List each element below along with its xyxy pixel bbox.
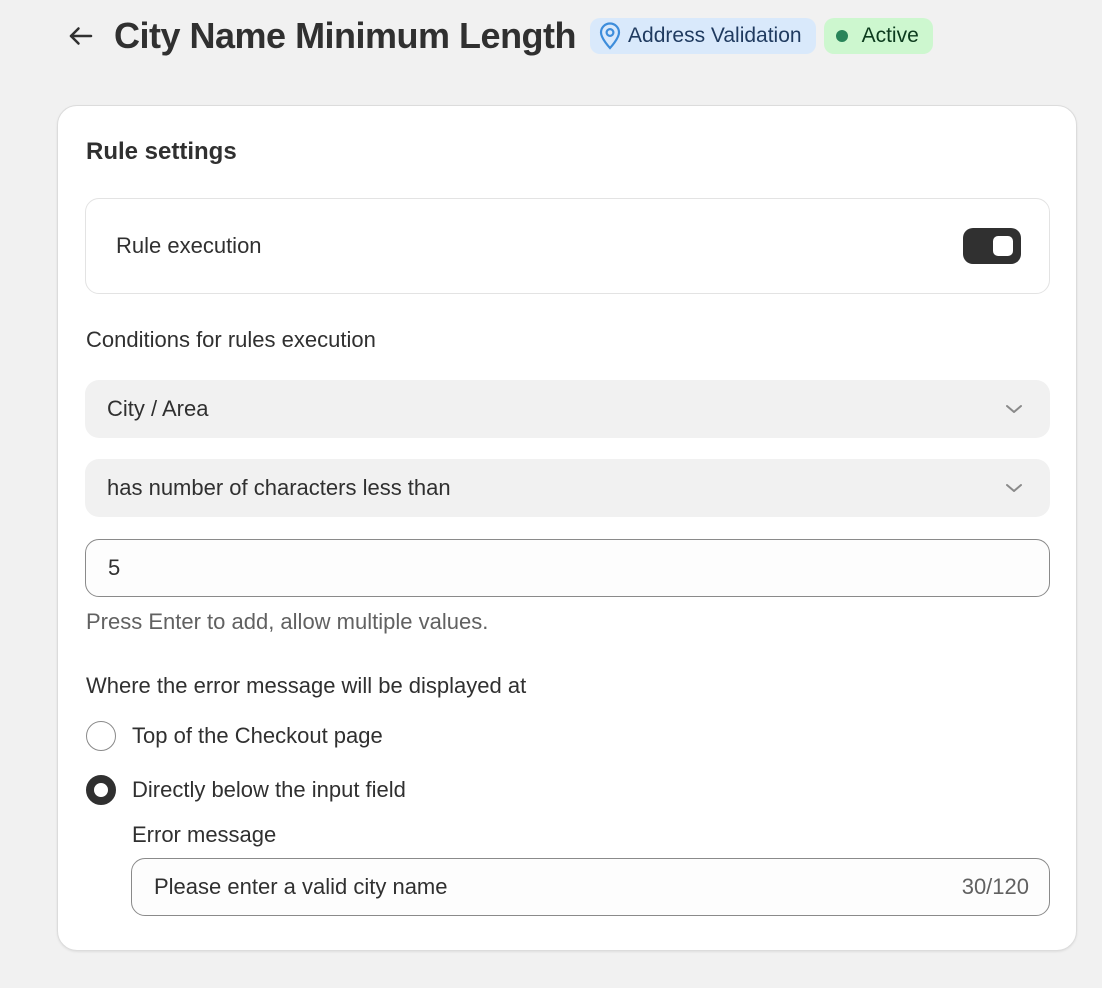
radio-button[interactable] [86, 721, 116, 751]
operator-select[interactable]: has number of characters less than [85, 459, 1050, 517]
chevron-down-icon [1004, 482, 1024, 494]
rule-execution-label: Rule execution [116, 233, 262, 258]
error-message-text: Please enter a valid city name [154, 874, 448, 899]
location-pin-icon [598, 22, 622, 50]
conditions-label: Conditions for rules execution [86, 327, 376, 352]
category-badge: Address Validation [590, 18, 816, 54]
rule-execution-toggle[interactable] [963, 228, 1021, 264]
character-counter: 30/120 [961, 874, 1029, 899]
error-message-input[interactable]: Please enter a valid city name 30/120 [131, 858, 1050, 916]
back-button[interactable] [64, 19, 98, 53]
status-badge-label: Active [861, 24, 919, 47]
radio-label: Directly below the input field [132, 777, 406, 802]
page-title: City Name Minimum Length [114, 15, 577, 56]
rule-execution-row: Rule execution [85, 198, 1050, 294]
arrow-left-icon [69, 27, 93, 45]
radio-label: Top of the Checkout page [132, 723, 383, 748]
page-header: City Name Minimum Length Address Validat… [64, 14, 941, 58]
status-dot-icon [835, 30, 848, 42]
condition-help-text: Press Enter to add, allow multiple value… [86, 609, 489, 634]
rule-settings-card: Rule settings Rule execution Conditions … [57, 105, 1077, 951]
radio-below-input-field[interactable]: Directly below the input field [86, 775, 406, 805]
radio-top-of-checkout[interactable]: Top of the Checkout page [86, 721, 383, 751]
radio-button-checked[interactable] [86, 775, 116, 805]
operator-select-value: has number of characters less than [107, 475, 451, 500]
field-select[interactable]: City / Area [85, 380, 1050, 438]
card-title: Rule settings [86, 138, 237, 165]
error-message-label: Error message [132, 822, 277, 847]
condition-value-text: 5 [108, 555, 121, 580]
condition-value-input[interactable]: 5 [85, 539, 1050, 597]
status-badge: Active [823, 18, 933, 54]
category-badge-label: Address Validation [628, 24, 802, 47]
chevron-down-icon [1004, 403, 1024, 415]
toggle-knob [993, 236, 1013, 256]
field-select-value: City / Area [107, 396, 209, 421]
display-location-label: Where the error message will be displaye… [86, 673, 527, 698]
